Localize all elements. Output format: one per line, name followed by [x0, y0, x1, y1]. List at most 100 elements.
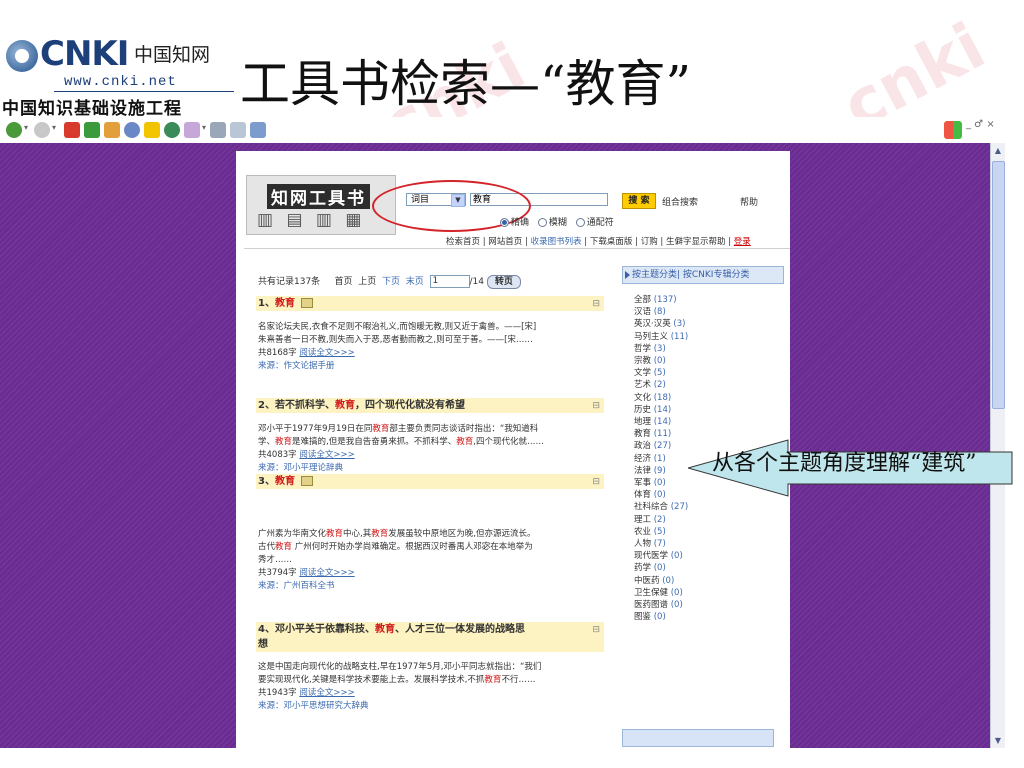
- scroll-down-icon[interactable]: ▼: [993, 735, 1003, 747]
- read-more-link[interactable]: 阅读全文>>>: [299, 688, 354, 698]
- category-item[interactable]: 全部 (137): [634, 294, 784, 306]
- edit-icon[interactable]: [230, 122, 246, 138]
- search-icon[interactable]: [124, 122, 140, 138]
- page-total: /14: [469, 277, 484, 287]
- refresh-icon[interactable]: [84, 122, 100, 138]
- slide-title: 工具书检索—“教育”: [240, 55, 692, 113]
- category-item[interactable]: 中医药 (0): [634, 575, 784, 587]
- scroll-thumb[interactable]: [992, 161, 1005, 409]
- category-item[interactable]: 历史 (14): [634, 404, 784, 416]
- result-source: 来源：作文论据手册: [258, 361, 335, 371]
- back-icon[interactable]: [6, 122, 22, 138]
- page-number-input[interactable]: 1: [429, 275, 470, 288]
- discuss-icon[interactable]: [250, 122, 266, 138]
- cnki-globe-icon: [6, 40, 38, 72]
- category-item[interactable]: 农业 (5): [634, 526, 784, 538]
- category-item[interactable]: 地理 (14): [634, 416, 784, 428]
- banner-illustration: ▥ ▤ ▥ ▦: [257, 210, 366, 230]
- result-source: 来源：邓小平思想研究大辞典: [258, 701, 369, 711]
- search-button[interactable]: 搜 索: [622, 193, 656, 209]
- book-icon: [300, 476, 313, 486]
- category-item[interactable]: 汉语 (8): [634, 306, 784, 318]
- help-link[interactable]: 帮助: [740, 195, 758, 208]
- radio-exact[interactable]: [500, 218, 509, 227]
- pager-last-link[interactable]: 末页: [406, 277, 424, 287]
- stop-icon[interactable]: [64, 122, 80, 138]
- window-controls[interactable]: _ ♂ ×: [966, 119, 995, 130]
- cnki-logo: CNKI 中国知网 www.cnki.net 中国知识基础设施工程: [2, 34, 234, 119]
- result-snippet: 广州素为华南文化教育中心,其教育发展虽较中原地区为晚,但亦源远流长。 古代教育 …: [258, 528, 604, 593]
- nav-download-link[interactable]: 下载桌面版: [590, 237, 633, 247]
- category-item[interactable]: 卫生保健 (0): [634, 587, 784, 599]
- result-pager: 共有记录137条 首页 上页 下页 末页 1/14 转页: [258, 274, 521, 289]
- category-item[interactable]: 文学 (5): [634, 367, 784, 379]
- category-item[interactable]: 现代医学 (0): [634, 550, 784, 562]
- category-item[interactable]: 哲学 (3): [634, 343, 784, 355]
- slide-bottom: [0, 748, 1024, 768]
- collapse-icon[interactable]: ⊟: [592, 475, 600, 490]
- pager-next-link[interactable]: 下页: [382, 277, 400, 287]
- result-title[interactable]: 4、邓小平关于依靠科技、教育、人才三位一体发展的战略思想 ⊟: [256, 622, 604, 652]
- result-snippet: 名家论坛夫民,衣食不足则不暇治礼义,而饱暖无教,则又近于禽兽。——[宋] 朱熹善…: [258, 321, 604, 373]
- divider: [244, 248, 790, 249]
- browser-toolbar: ▾ ▾ ▾ _ ♂ ×: [0, 117, 1024, 143]
- radio-fuzzy[interactable]: [537, 218, 547, 227]
- nav-rare-char-help-link[interactable]: 生僻字显示帮助: [666, 237, 726, 247]
- history-icon[interactable]: [164, 122, 180, 138]
- result-title[interactable]: 2、若不抓科学、教育，四个现代化就没有希望 ⊟: [256, 398, 604, 413]
- home-icon[interactable]: [104, 122, 120, 138]
- radio-wildcard[interactable]: [575, 218, 585, 227]
- nav-login-link[interactable]: 登录: [734, 237, 751, 247]
- cnki-ad-banner[interactable]: [622, 729, 774, 747]
- category-item[interactable]: 人物 (7): [634, 538, 784, 550]
- category-item[interactable]: 马列主义 (11): [634, 331, 784, 343]
- radio-wildcard-label: 通配符: [586, 218, 614, 228]
- category-item[interactable]: 文化 (18): [634, 392, 784, 404]
- windows-logo-icon: [944, 121, 962, 139]
- favorites-icon[interactable]: [144, 122, 160, 138]
- logo-project-name: 中国知识基础设施工程: [2, 99, 182, 119]
- category-item[interactable]: 社科综合 (27): [634, 501, 784, 513]
- category-item[interactable]: 图鉴 (0): [634, 611, 784, 623]
- category-tabs[interactable]: 按主题分类| 按CNKI专辑分类: [622, 266, 784, 284]
- pager-first: 首页: [334, 277, 353, 287]
- total-count: 共有记录137条: [258, 277, 321, 287]
- category-item[interactable]: 理工 (2): [634, 514, 784, 526]
- category-tabs-label: 按主题分类| 按CNKI专辑分类: [632, 270, 750, 280]
- nav-site-home-link[interactable]: 网站首页: [488, 237, 522, 247]
- nav-home-link[interactable]: 检索首页: [446, 237, 480, 247]
- mail-icon[interactable]: [184, 122, 200, 138]
- print-icon[interactable]: [210, 122, 226, 138]
- logo-url: www.cnki.net: [64, 74, 177, 90]
- forward-icon[interactable]: [34, 122, 50, 138]
- radio-exact-label: 精确: [511, 218, 530, 228]
- scroll-up-icon[interactable]: ▲: [993, 145, 1003, 157]
- result-title[interactable]: 3、教育 ⊟: [256, 474, 604, 489]
- category-item[interactable]: 宗教 (0): [634, 355, 784, 367]
- category-item[interactable]: 药学 (0): [634, 562, 784, 574]
- nav-order-link[interactable]: 订购: [641, 237, 658, 247]
- logo-cn-name: 中国知网: [134, 44, 211, 66]
- read-more-link[interactable]: 阅读全文>>>: [299, 450, 354, 460]
- collapse-icon[interactable]: ⊟: [592, 399, 600, 414]
- radio-fuzzy-label: 模糊: [548, 218, 567, 228]
- book-icon: [300, 298, 313, 308]
- result-title[interactable]: 1、教育 ⊟: [256, 296, 604, 311]
- read-more-link[interactable]: 阅读全文>>>: [299, 348, 354, 358]
- logo-brand: CNKI: [40, 34, 129, 74]
- collapse-icon[interactable]: ⊟: [592, 623, 600, 638]
- category-item[interactable]: 艺术 (2): [634, 379, 784, 391]
- pager-prev: 上页: [358, 277, 377, 287]
- nav-catalog-link[interactable]: 收录图书列表: [531, 237, 582, 247]
- category-item[interactable]: 英汉·汉英 (3): [634, 318, 784, 330]
- combo-search-link[interactable]: 组合搜索: [662, 195, 698, 208]
- banner-title: 知网工具书: [267, 184, 370, 209]
- result-snippet: 这是中国走向现代化的战略支柱,早在1977年5月,邓小平同志就指出：“我们 要实…: [258, 661, 604, 713]
- goto-page-button[interactable]: 转页: [486, 274, 521, 289]
- category-item[interactable]: 医药图谱 (0): [634, 599, 784, 611]
- read-more-link[interactable]: 阅读全文>>>: [299, 568, 354, 578]
- logo-divider: [54, 91, 234, 92]
- collapse-icon[interactable]: ⊟: [592, 297, 600, 312]
- callout-text: 从各个主题角度理解“建筑”: [712, 451, 977, 476]
- result-source: 来源：广州百科全书: [258, 581, 335, 591]
